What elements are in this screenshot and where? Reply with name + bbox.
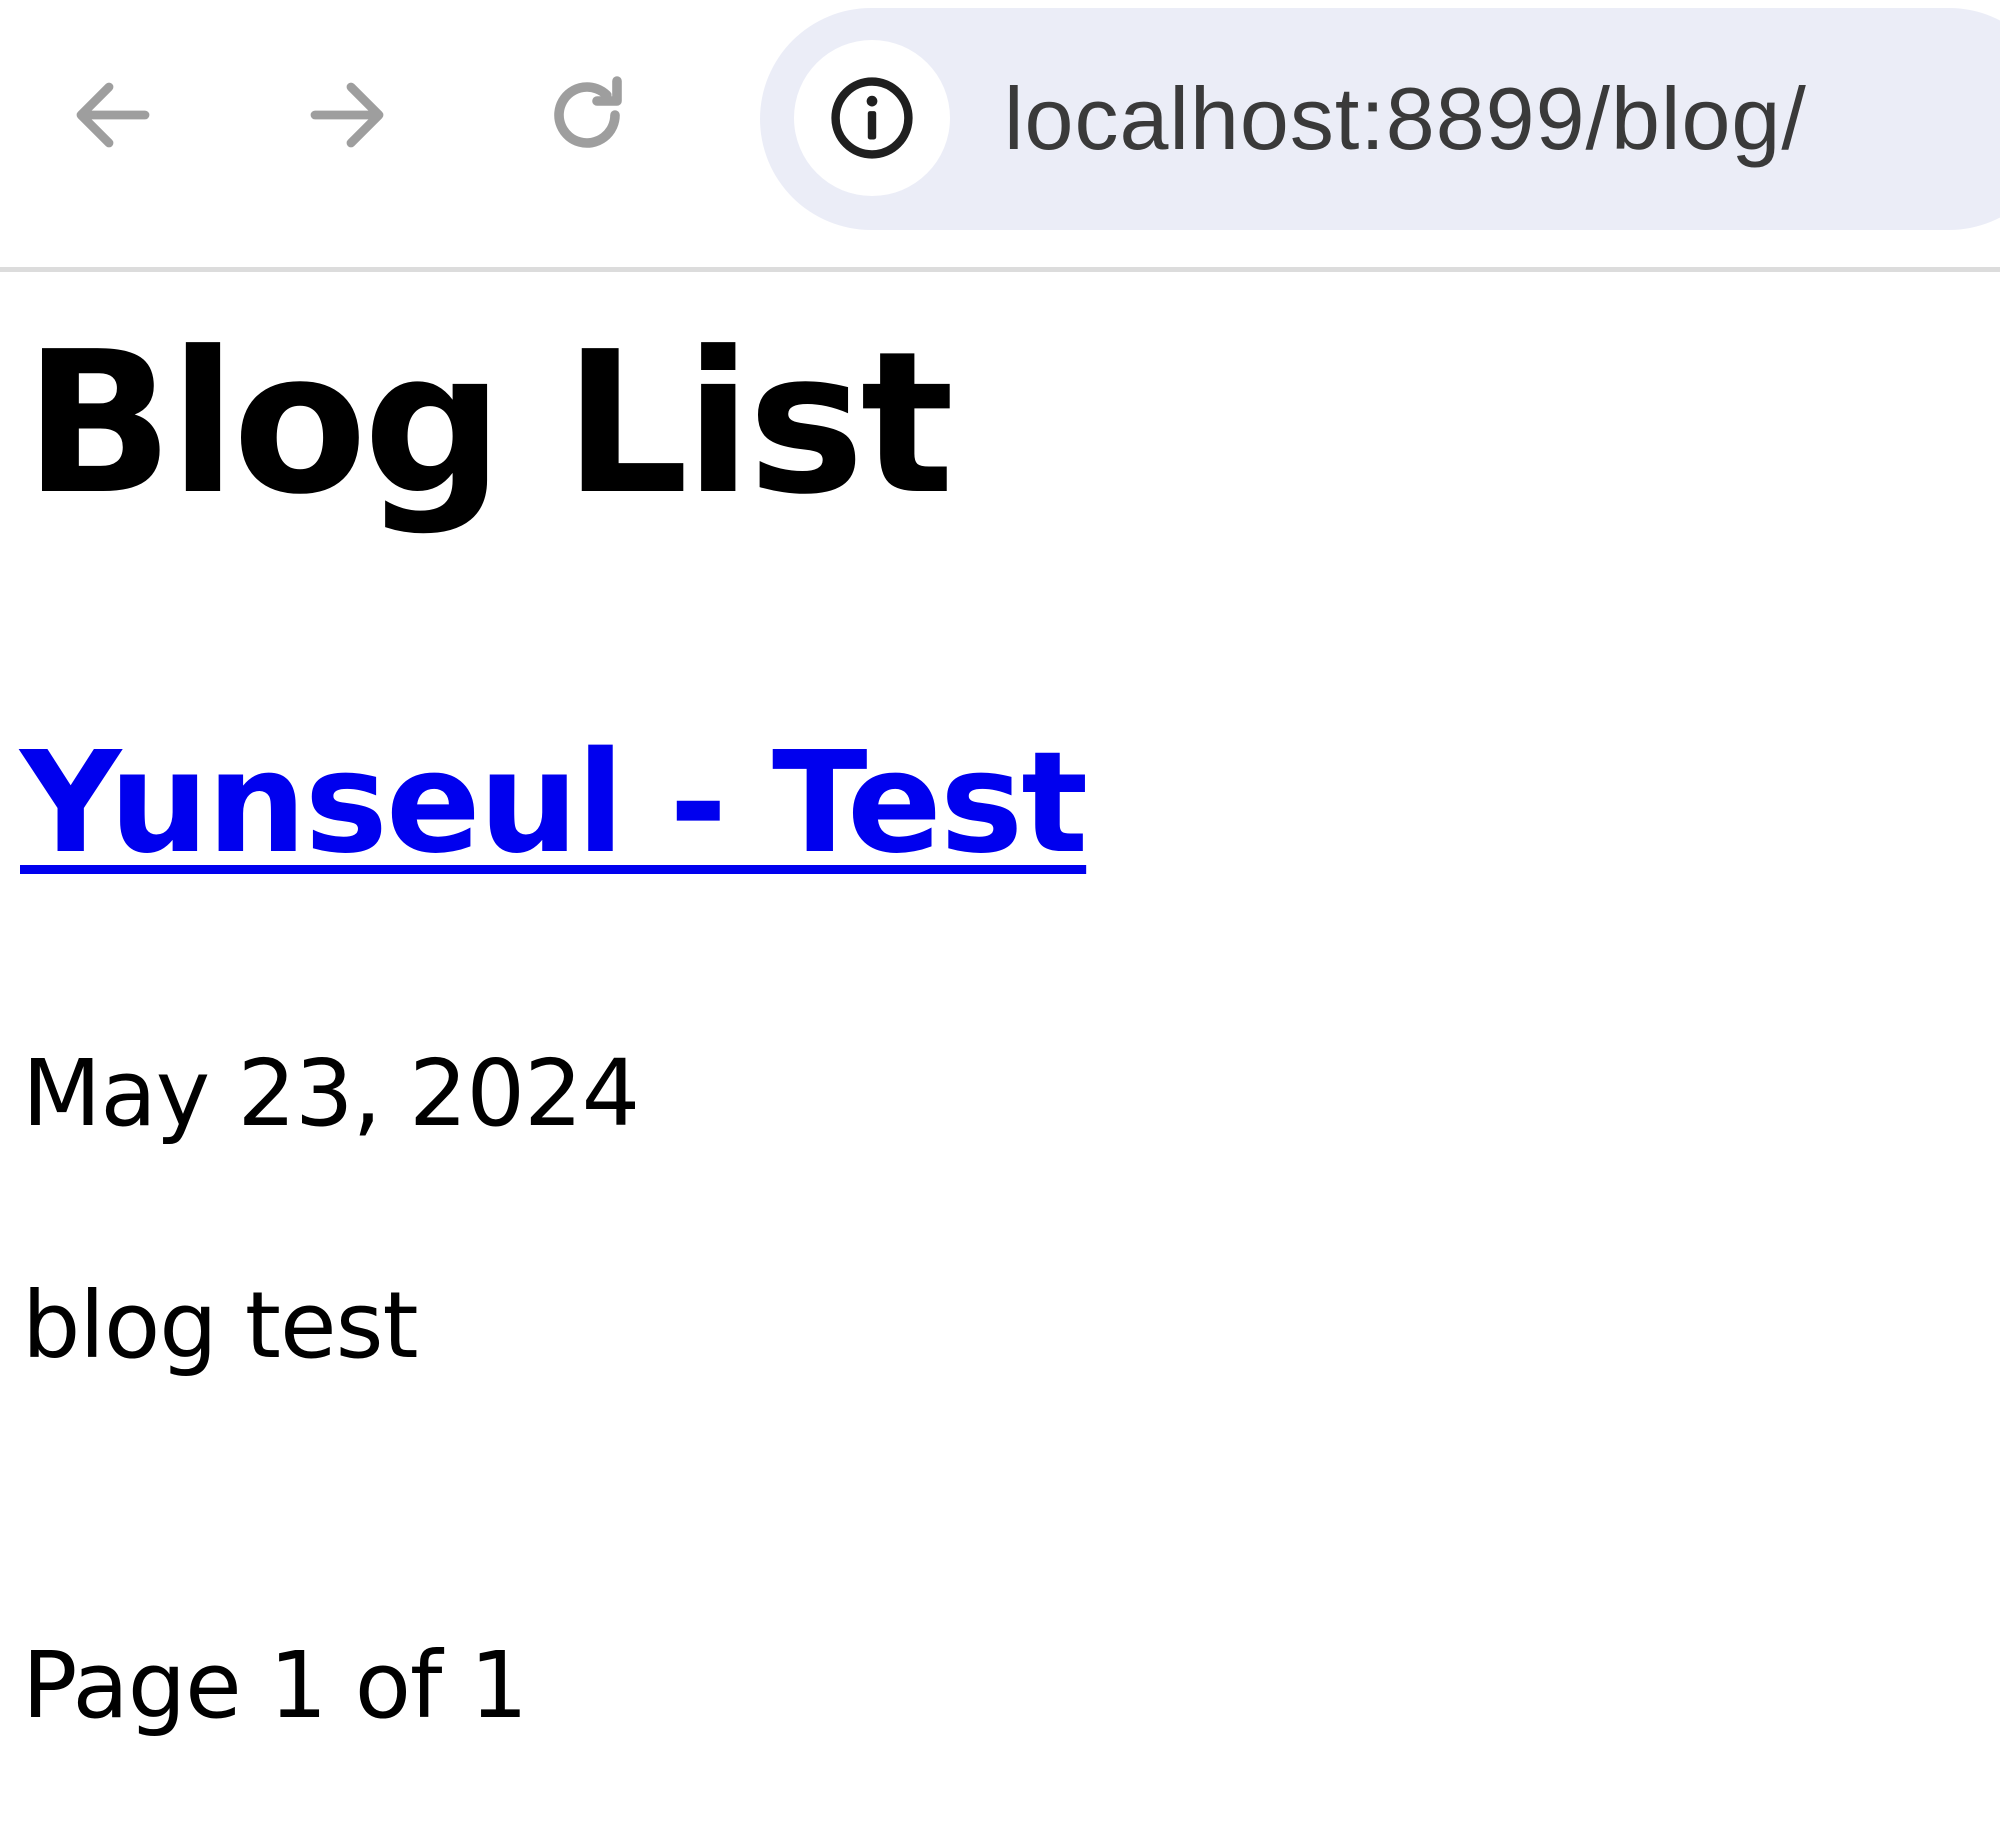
- post-excerpt: blog test: [22, 1272, 419, 1379]
- info-icon: [831, 77, 913, 159]
- address-bar[interactable]: localhost:8899/blog/: [760, 8, 2000, 230]
- forward-arrow-icon: [310, 82, 384, 148]
- reload-icon: [554, 76, 622, 148]
- page-title: Blog List: [24, 310, 954, 538]
- forward-button[interactable]: [292, 60, 402, 170]
- post-title-link[interactable]: Yunseul - Test: [20, 730, 1088, 877]
- post-date: May 23, 2024: [22, 1040, 640, 1147]
- back-arrow-icon: [76, 82, 150, 148]
- url-text[interactable]: localhost:8899/blog/: [1004, 8, 1807, 230]
- browser-toolbar: localhost:8899/blog/: [0, 0, 2000, 272]
- reload-button[interactable]: [532, 60, 642, 170]
- pagination-text: Page 1 of 1: [22, 1632, 528, 1739]
- back-button[interactable]: [58, 60, 168, 170]
- site-info-button[interactable]: [794, 40, 950, 196]
